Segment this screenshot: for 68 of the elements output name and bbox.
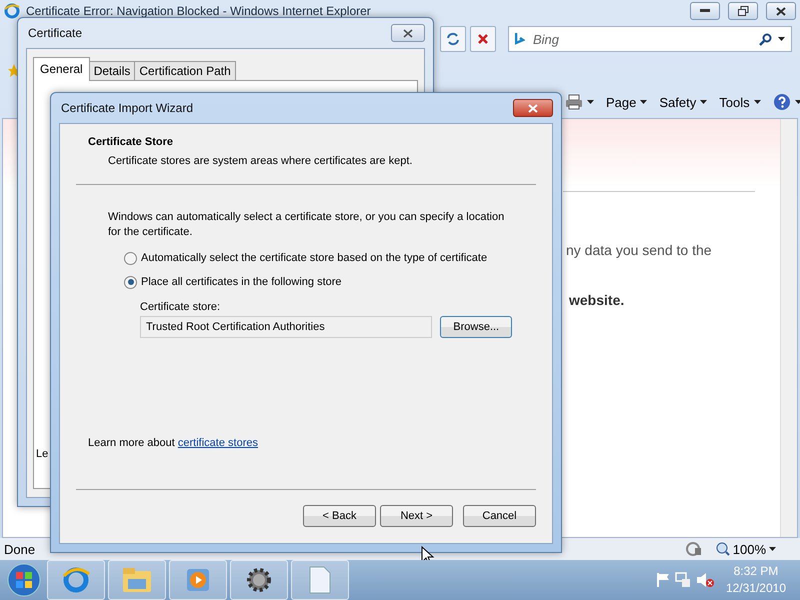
dialog-button[interactable]: Next >: [380, 505, 453, 527]
close-icon: [403, 28, 413, 38]
learn-more-text: Learn more about certificate stores: [88, 437, 259, 449]
speaker-muted-icon: [694, 571, 715, 589]
store-field[interactable]: Trusted Root Certification Authorities: [140, 316, 432, 338]
radio-option[interactable]: Place all certificates in the following store: [124, 274, 512, 290]
search-engine-logo-icon: [515, 32, 525, 46]
search-box[interactable]: Bing: [508, 26, 792, 52]
restore-icon: [738, 6, 748, 16]
caret-icon: [754, 100, 761, 104]
minimize-icon: [700, 9, 710, 13]
stop-button[interactable]: [470, 26, 496, 52]
command-menu[interactable]: Tools: [719, 94, 761, 110]
window-title: Certificate Error: Navigation Blocked - Windows Internet Explorer: [26, 4, 371, 18]
media-player-icon: [185, 567, 211, 593]
status-text: Done: [4, 542, 36, 556]
close-icon: [528, 104, 538, 112]
clock-time: 8:32 PM: [734, 563, 778, 580]
tab[interactable]: General: [33, 57, 90, 81]
caret-icon: [587, 100, 594, 104]
clock-date: 12/31/2010: [726, 580, 786, 597]
page-text: website.: [569, 292, 626, 308]
intro-text: Windows can automatically select a certificate store, or you can specify a location for the certificate.: [108, 210, 506, 240]
search-field[interactable]: Bing: [531, 30, 753, 48]
tab[interactable]: Certification Path: [134, 61, 236, 81]
command-menu[interactable]: Page: [606, 94, 648, 110]
print-button[interactable]: [565, 94, 594, 110]
folder-icon: [122, 567, 152, 593]
stop-icon: [477, 33, 489, 45]
caret-icon: [640, 100, 648, 104]
flag-icon: [654, 572, 671, 588]
network-icon: [674, 571, 692, 589]
section-heading: Certificate Store: [88, 136, 174, 148]
browser-logo-icon: [62, 566, 90, 594]
search-icon: [759, 32, 772, 46]
radio-option[interactable]: Automatically select the certificate store based on the type of certificate: [124, 250, 512, 266]
taskbar-button[interactable]: [230, 560, 288, 600]
gear-icon: [244, 565, 274, 595]
restore-button[interactable]: [728, 2, 758, 20]
browser-logo-icon: [4, 3, 20, 19]
dialog-title: Certificate Import Wizard: [60, 101, 194, 115]
page-text: ny data you send to the: [566, 242, 713, 258]
tab[interactable]: Details: [88, 61, 136, 81]
close-button[interactable]: [391, 24, 425, 42]
close-button[interactable]: [513, 99, 553, 117]
link[interactable]: certificate stores: [178, 437, 258, 449]
close-button[interactable]: [766, 2, 796, 20]
field-label: Certificate store:: [140, 301, 222, 313]
dialog-title: Certificate: [27, 26, 82, 40]
browse-button[interactable]: Browse...: [440, 316, 512, 338]
panel-text: Le: [36, 448, 48, 460]
command-menu[interactable]: Safety: [659, 94, 708, 110]
refresh-button[interactable]: [440, 26, 466, 52]
dialog-button[interactable]: Cancel: [463, 505, 536, 527]
dialog-button[interactable]: < Back: [303, 505, 376, 527]
refresh-icon: [446, 32, 460, 46]
close-icon: [776, 6, 786, 16]
section-description: Certificate stores are system areas where certificates are kept.: [108, 155, 414, 167]
zoom-icon: [716, 542, 730, 556]
zoom-button[interactable]: 100%: [716, 542, 776, 556]
help-button[interactable]: [772, 93, 800, 111]
caret-icon: [700, 100, 708, 104]
document-icon: [309, 566, 331, 594]
scrollbar[interactable]: [780, 119, 797, 537]
caret-icon: [778, 37, 785, 41]
minimize-button[interactable]: [690, 2, 720, 20]
caret-icon: [769, 547, 776, 551]
caret-icon: [794, 100, 800, 104]
